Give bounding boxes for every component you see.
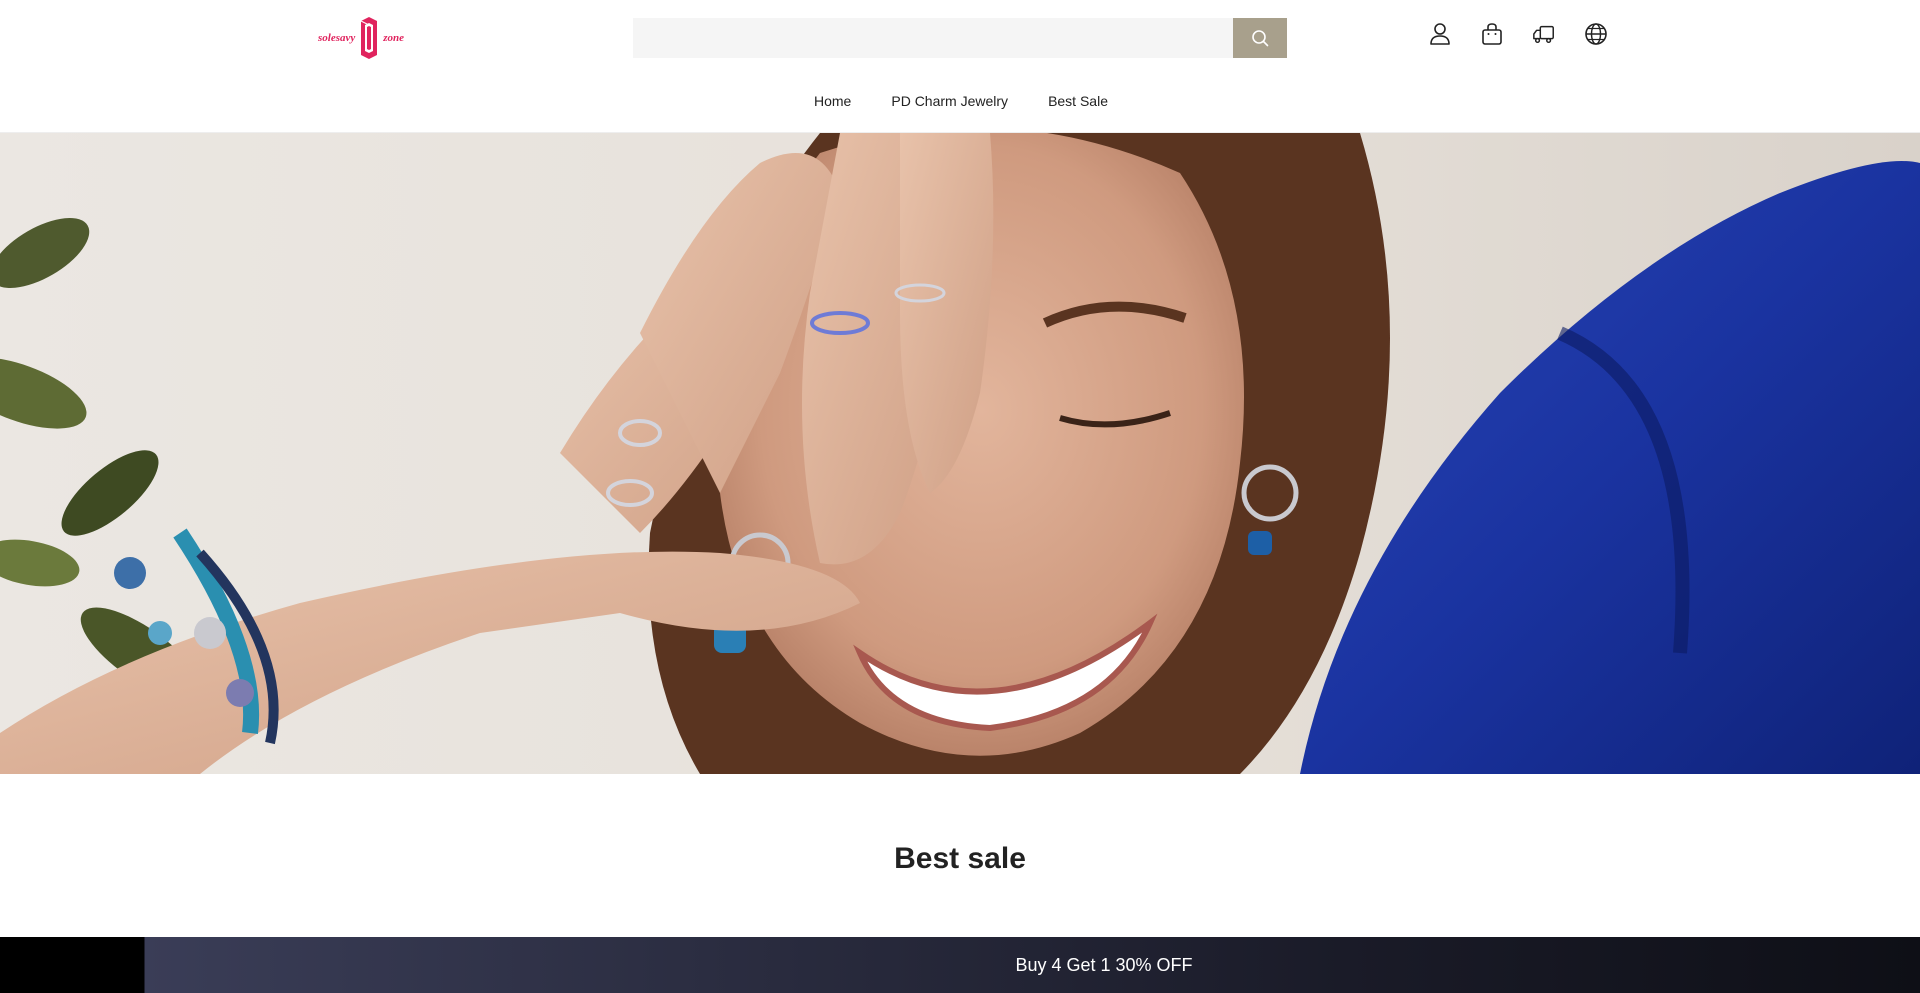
main-nav: Home PD Charm Jewelry Best Sale xyxy=(0,93,1920,109)
search-button[interactable] xyxy=(1233,18,1287,58)
promo-text[interactable]: Buy 4 Get 1 30% OFF xyxy=(727,955,1192,976)
search-input[interactable] xyxy=(633,18,1233,58)
globe-icon xyxy=(1585,23,1607,45)
search-bar xyxy=(633,18,1287,58)
hero-banner[interactable] xyxy=(0,133,1920,774)
track-order-button[interactable] xyxy=(1532,20,1556,48)
header-icons xyxy=(1428,20,1608,48)
promo-bar[interactable]: Buy 4 Get 1 30% OFF xyxy=(0,937,1920,993)
search-icon xyxy=(1252,30,1269,47)
language-button[interactable] xyxy=(1584,20,1608,48)
account-button[interactable] xyxy=(1428,20,1452,48)
truck-icon xyxy=(1533,25,1554,44)
user-icon xyxy=(1430,23,1450,45)
logo-text-right: zone xyxy=(383,32,405,44)
logo-text-left: solesavy xyxy=(318,32,356,44)
nav-item-best-sale[interactable]: Best Sale xyxy=(1048,93,1108,109)
nav-item-pd-charm-jewelry[interactable]: PD Charm Jewelry xyxy=(891,93,1008,109)
nav-item-home[interactable]: Home xyxy=(814,93,851,109)
cart-button[interactable] xyxy=(1480,20,1504,48)
hero-image xyxy=(0,133,1920,774)
section-title-best-sale: Best sale xyxy=(894,842,1026,875)
bag-icon xyxy=(1482,23,1502,45)
site-logo[interactable]: solesavy zone xyxy=(318,14,422,62)
logo-mark-icon xyxy=(361,17,378,59)
site-header: solesavy zone Home PD Charm Jewelry Best… xyxy=(0,0,1920,133)
